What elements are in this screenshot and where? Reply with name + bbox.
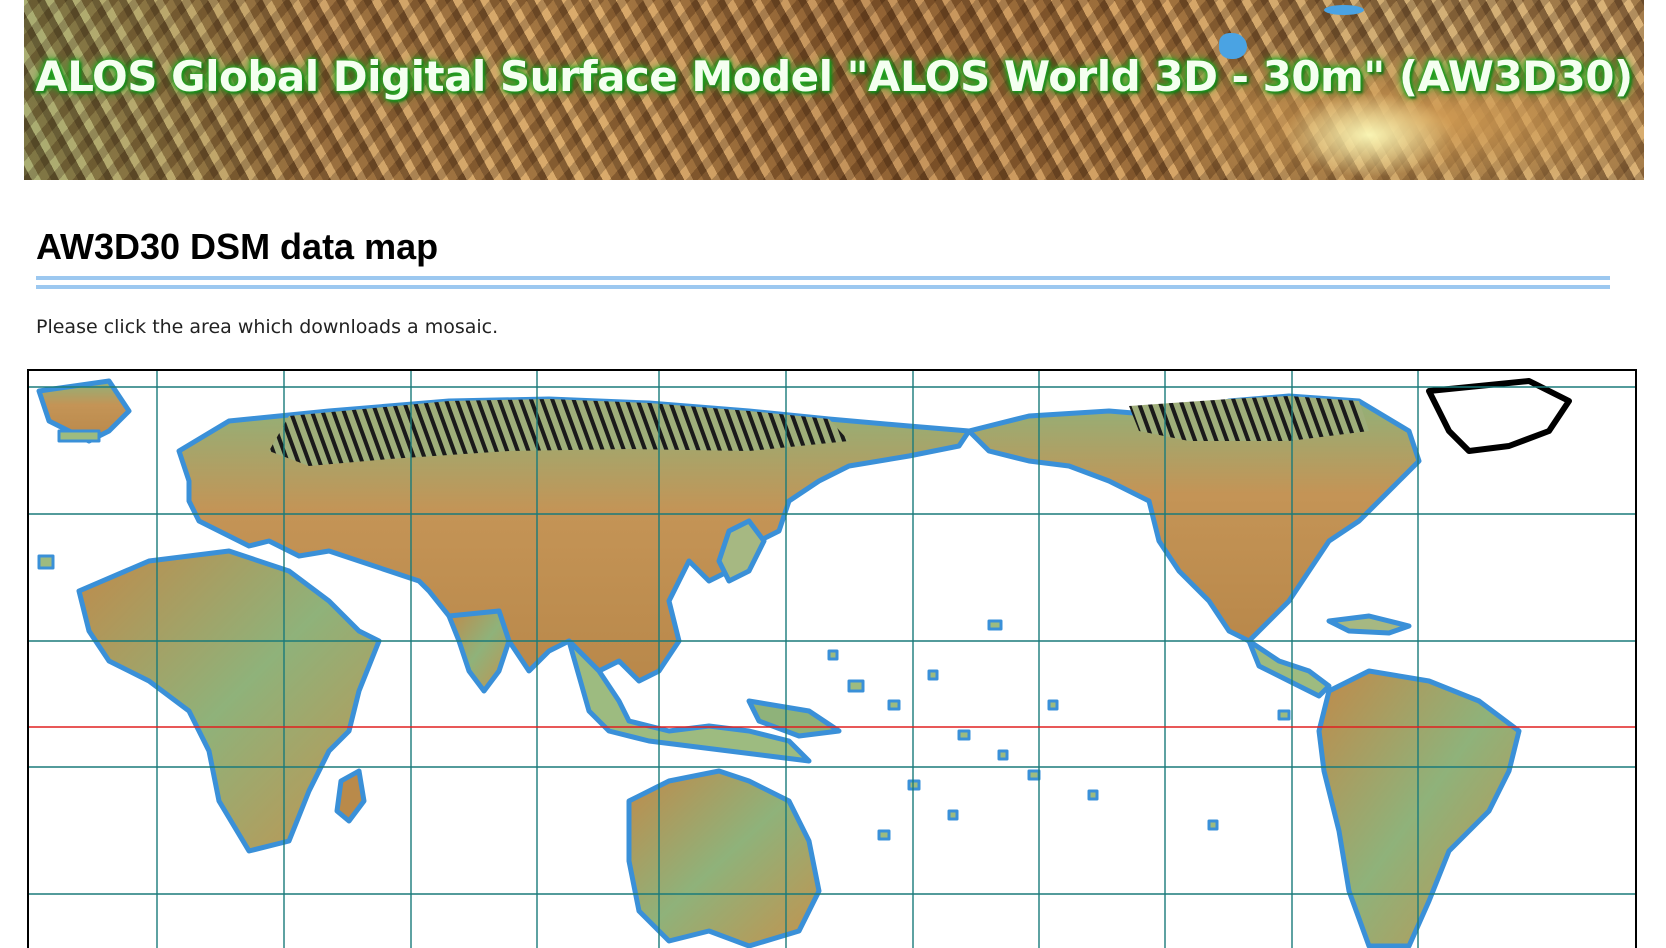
mosaic-tile[interactable] [1418, 767, 1635, 894]
mosaic-tile[interactable] [411, 514, 537, 641]
mosaic-tile[interactable] [913, 371, 1039, 387]
mosaic-tile[interactable] [284, 514, 411, 641]
mosaic-tile[interactable] [1165, 894, 1292, 948]
data-map[interactable] [27, 369, 1637, 948]
mosaic-tile[interactable] [411, 894, 537, 948]
mosaic-tile[interactable] [786, 767, 913, 894]
banner-lake [1324, 5, 1364, 15]
mosaic-tile[interactable] [157, 641, 284, 767]
mosaic-tile[interactable] [284, 767, 411, 894]
mosaic-tile[interactable] [1292, 767, 1418, 894]
mosaic-tile[interactable] [411, 641, 537, 767]
mosaic-tile[interactable] [537, 641, 659, 767]
mosaic-tile[interactable] [659, 514, 786, 641]
mosaic-tile[interactable] [537, 894, 659, 948]
mosaic-tile[interactable] [659, 387, 786, 514]
page-title: AW3D30 DSM data map [36, 226, 439, 267]
mosaic-tile[interactable] [1418, 387, 1635, 514]
mosaic-tile[interactable] [1039, 641, 1165, 767]
mosaic-tile[interactable] [1418, 371, 1635, 387]
mosaic-tile[interactable] [1292, 894, 1418, 948]
mosaic-tile[interactable] [1165, 371, 1292, 387]
mosaic-tile[interactable] [1418, 514, 1635, 641]
mosaic-tile[interactable] [537, 371, 659, 387]
mosaic-tile[interactable] [1418, 641, 1635, 767]
mosaic-tile[interactable] [1418, 894, 1635, 948]
mosaic-tile[interactable] [786, 894, 913, 948]
mosaic-tile[interactable] [913, 894, 1039, 948]
mosaic-tile[interactable] [1039, 371, 1165, 387]
mosaic-tile[interactable] [29, 767, 157, 894]
mosaic-tile[interactable] [1292, 641, 1418, 767]
mosaic-tile[interactable] [786, 371, 913, 387]
mosaic-tile[interactable] [29, 641, 157, 767]
mosaic-tile[interactable] [284, 894, 411, 948]
mosaic-tile[interactable] [786, 387, 913, 514]
mosaic-tile[interactable] [659, 767, 786, 894]
mosaic-tile[interactable] [659, 894, 786, 948]
mosaic-tile[interactable] [284, 641, 411, 767]
mosaic-tile[interactable] [1039, 894, 1165, 948]
banner: ALOS Global Digital Surface Model "ALOS … [24, 0, 1644, 180]
mosaic-tile[interactable] [1165, 514, 1292, 641]
mosaic-tile[interactable] [913, 514, 1039, 641]
mosaic-tile[interactable] [786, 514, 913, 641]
mosaic-tile[interactable] [29, 387, 157, 514]
mosaic-tile[interactable] [411, 371, 537, 387]
banner-title: ALOS Global Digital Surface Model "ALOS … [35, 52, 1633, 101]
mosaic-tile[interactable] [537, 514, 659, 641]
mosaic-tile[interactable] [1039, 387, 1165, 514]
mosaic-tile[interactable] [29, 894, 157, 948]
mosaic-tile[interactable] [1039, 767, 1165, 894]
instructions-text: Please click the area which downloads a … [36, 316, 499, 338]
mosaic-tile[interactable] [913, 767, 1039, 894]
mosaic-tile[interactable] [1165, 641, 1292, 767]
mosaic-tile[interactable] [659, 371, 786, 387]
mosaic-tile[interactable] [537, 767, 659, 894]
mosaic-tile[interactable] [411, 387, 537, 514]
mosaic-tile[interactable] [1039, 514, 1165, 641]
mosaic-tile[interactable] [157, 371, 284, 387]
mosaic-tile[interactable] [913, 641, 1039, 767]
title-divider [36, 285, 1610, 289]
mosaic-tile[interactable] [1292, 371, 1418, 387]
mosaic-tile[interactable] [284, 387, 411, 514]
mosaic-tile[interactable] [786, 641, 913, 767]
mosaic-tile[interactable] [1165, 767, 1292, 894]
mosaic-tile[interactable] [1292, 514, 1418, 641]
mosaic-tile[interactable] [411, 767, 537, 894]
mosaic-tile[interactable] [1292, 387, 1418, 514]
mosaic-tile[interactable] [1165, 387, 1292, 514]
tile-grid[interactable] [29, 371, 1635, 948]
mosaic-tile[interactable] [29, 514, 157, 641]
title-divider [36, 276, 1610, 280]
mosaic-tile[interactable] [157, 767, 284, 894]
mosaic-tile[interactable] [157, 514, 284, 641]
mosaic-tile[interactable] [157, 894, 284, 948]
mosaic-tile[interactable] [537, 387, 659, 514]
world-map[interactable] [29, 371, 1635, 948]
mosaic-tile[interactable] [29, 371, 157, 387]
mosaic-tile[interactable] [284, 371, 411, 387]
mosaic-tile[interactable] [913, 387, 1039, 514]
mosaic-tile[interactable] [659, 641, 786, 767]
mosaic-tile[interactable] [157, 387, 284, 514]
